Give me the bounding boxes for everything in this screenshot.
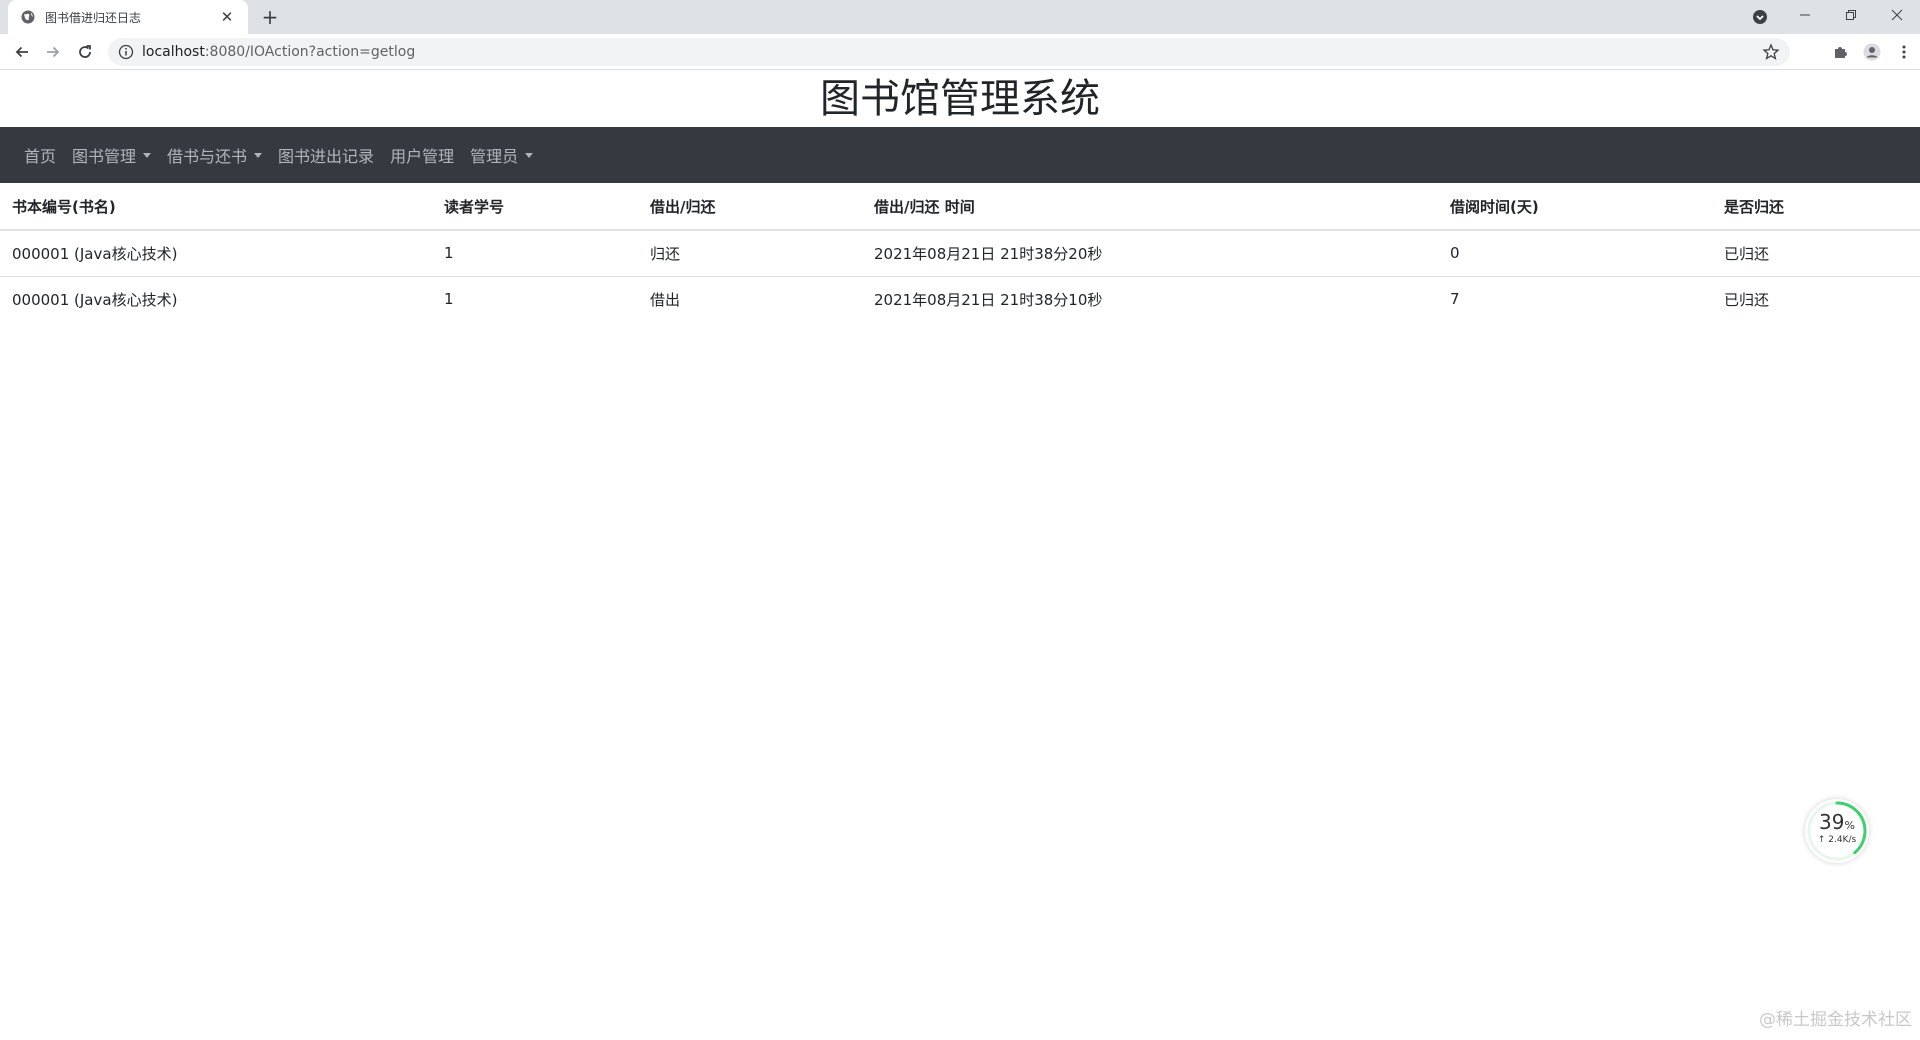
cell-action: 归还 [638, 230, 862, 277]
extensions-puzzle-icon[interactable] [1824, 40, 1856, 64]
site-title: 图书馆管理系统 [820, 76, 1100, 122]
restore-icon[interactable] [1828, 0, 1874, 30]
tab-close-icon[interactable]: ✕ [218, 8, 236, 26]
network-speed-widget[interactable]: 39% ↑ 2.4K/s [1805, 799, 1869, 863]
profile-avatar-icon[interactable] [1856, 40, 1888, 64]
nav-book-management-label: 图书管理 [72, 147, 137, 166]
nav-home[interactable]: 首页 [16, 135, 64, 175]
cell-days: 0 [1438, 230, 1712, 277]
nav-admin-dropdown[interactable]: 管理员 [462, 135, 541, 175]
col-action: 借出/归还 [638, 183, 862, 231]
cell-reader-id: 1 [444, 290, 454, 309]
new-tab-plus-icon[interactable]: + [258, 5, 282, 29]
col-returned: 是否归还 [1712, 183, 1920, 231]
toolbar-actions [1824, 40, 1920, 64]
browser-tabstrip: 图书借进归还日志 ✕ + [0, 0, 1920, 34]
close-window-icon[interactable] [1874, 0, 1920, 30]
col-days: 借阅时间(天) [1438, 183, 1712, 231]
browser-toolbar: localhost:8080/IOAction?action=getlog [0, 34, 1920, 70]
cell-action: 借出 [650, 290, 681, 309]
nav-admin-label: 管理员 [470, 147, 519, 166]
window-controls [1782, 0, 1920, 34]
bookmark-star-icon[interactable] [1762, 43, 1780, 61]
nav-user-management[interactable]: 用户管理 [382, 135, 462, 175]
globe-icon [21, 10, 35, 24]
cell-book-id: 000001 (Java核心技术) [12, 290, 178, 309]
caret-down-icon [525, 152, 534, 158]
tab-title: 图书借进归还日志 [45, 10, 142, 25]
nav-borrow-return-dropdown[interactable]: 借书与还书 [159, 135, 270, 175]
address-bar[interactable]: localhost:8080/IOAction?action=getlog [108, 38, 1790, 66]
net-percent: 39% [1819, 810, 1855, 834]
tab-search-icon[interactable] [1750, 7, 1770, 27]
page-content: 图书馆管理系统 首页 图书管理 借书与还书 图书进出记录 用户管理 管理员 书本… [0, 71, 1920, 1040]
forward-arrow-icon[interactable] [41, 40, 65, 64]
watermark: @稀土掘金技术社区 [1759, 1010, 1912, 1030]
col-reader-id: 读者学号 [432, 183, 638, 231]
cell-time: 2021年08月21日 21时38分20秒 [862, 230, 1438, 277]
cell-days: 7 [1450, 290, 1460, 309]
nav-book-management-dropdown[interactable]: 图书管理 [64, 135, 159, 175]
cell-returned: 已归还 [1724, 290, 1770, 309]
browser-tab-active[interactable]: 图书借进归还日志 ✕ [8, 0, 248, 34]
table-row: 000001 (Java核心技术) 1 归还 2021年08月21日 21时38… [0, 230, 1920, 277]
main-navbar: 首页 图书管理 借书与还书 图书进出记录 用户管理 管理员 [0, 127, 1920, 183]
borrow-log-table: 书本编号(书名) 读者学号 借出/归还 借出/归还 时间 借阅时间(天) 是否归… [0, 183, 1920, 322]
nav-io-records[interactable]: 图书进出记录 [270, 135, 382, 175]
net-upload-speed: ↑ 2.4K/s [1817, 835, 1857, 845]
cell-book-id: 000001 (Java核心技术) [0, 230, 432, 277]
browser-menu-kebab-icon[interactable] [1888, 40, 1920, 64]
col-book-id: 书本编号(书名) [0, 183, 432, 231]
cell-time: 2021年08月21日 21时38分10秒 [874, 290, 1103, 309]
nav-borrow-return-label: 借书与还书 [167, 147, 248, 166]
minimize-icon[interactable] [1782, 0, 1828, 30]
url-text[interactable]: localhost:8080/IOAction?action=getlog [142, 44, 415, 60]
reload-icon[interactable] [73, 40, 97, 64]
col-time: 借出/归还 时间 [862, 183, 1438, 231]
back-arrow-icon[interactable] [10, 40, 34, 64]
site-info-icon[interactable] [118, 44, 134, 60]
cell-reader-id: 1 [432, 230, 638, 277]
table-header-row: 书本编号(书名) 读者学号 借出/归还 借出/归还 时间 借阅时间(天) 是否归… [0, 183, 1920, 231]
caret-down-icon [143, 152, 152, 158]
cell-returned: 已归还 [1712, 230, 1920, 277]
caret-down-icon [254, 152, 263, 158]
table-row: 000001 (Java核心技术) 1 借出 2021年08月21日 21时38… [0, 276, 1920, 322]
